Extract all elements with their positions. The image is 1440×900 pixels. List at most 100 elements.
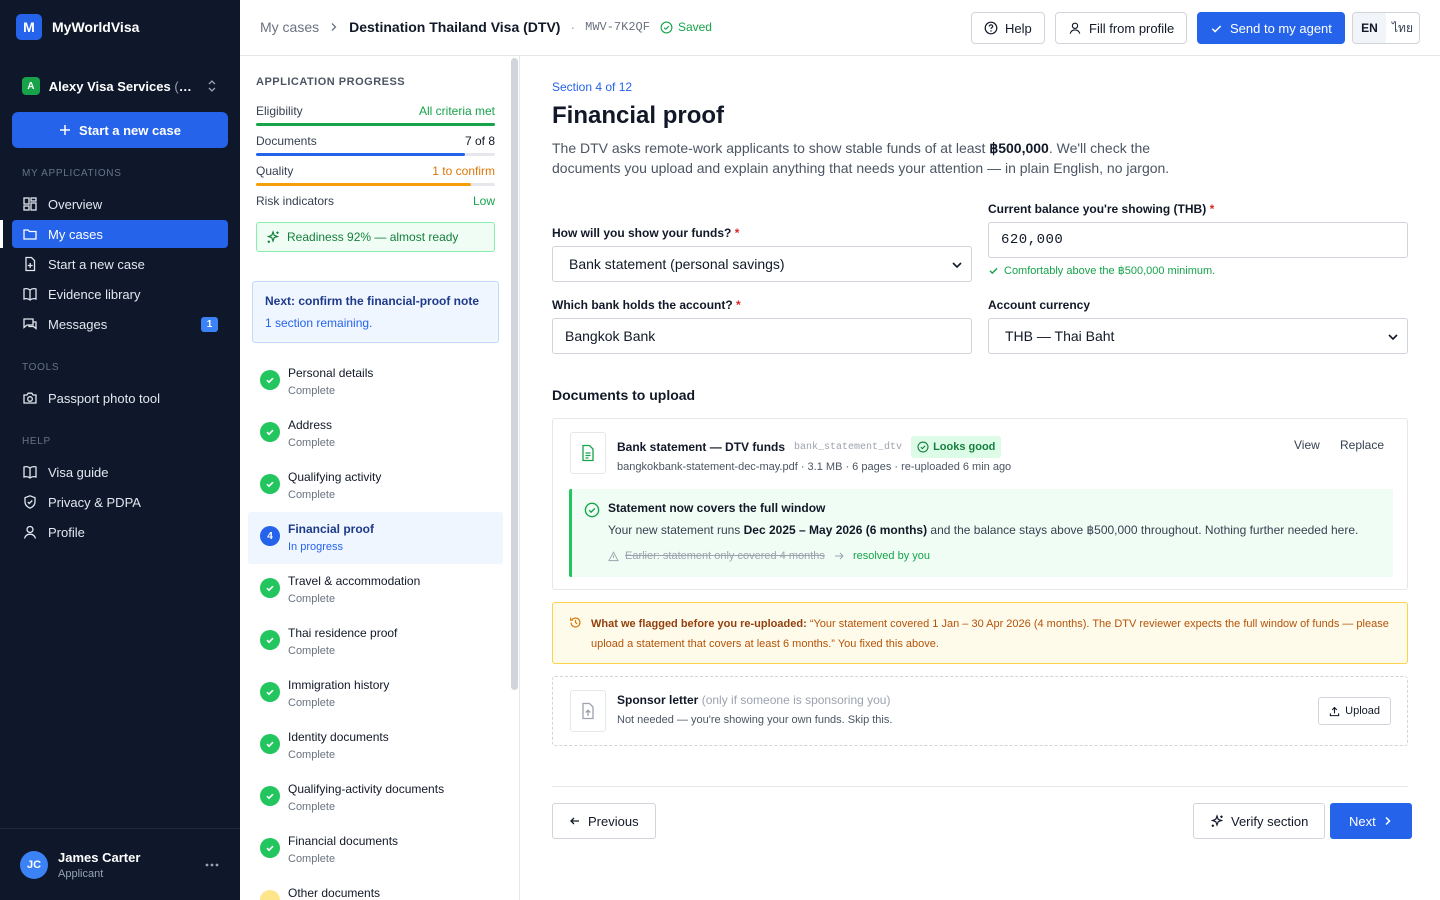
send-to-agent-button[interactable]: Send to my agent xyxy=(1197,12,1345,44)
step-status: Complete xyxy=(288,437,336,449)
breadcrumb-my-cases[interactable]: My cases xyxy=(260,19,319,35)
message-icon xyxy=(23,318,37,330)
progress-fill xyxy=(256,183,472,186)
bank-statement-card: Bank statement — DTV funds bank_statemen… xyxy=(552,418,1408,590)
nav-start-new-case[interactable]: Start a new case xyxy=(12,250,228,278)
nav-evidence-library[interactable]: Evidence library xyxy=(12,280,228,308)
agency-name: Alexy Visa Services (your agency) xyxy=(48,78,197,94)
file-plus-icon xyxy=(25,256,36,272)
case-code: MWV-7K2QF xyxy=(585,20,650,34)
step-status: Complete xyxy=(288,749,336,761)
nav-messages[interactable]: Messages 1 xyxy=(12,310,228,338)
book-open-icon xyxy=(23,466,37,479)
check-icon xyxy=(260,734,280,754)
nav-profile[interactable]: Profile xyxy=(12,518,228,546)
help-button[interactable]: Help xyxy=(971,12,1045,44)
section-step[interactable]: Travel & accommodation Complete xyxy=(248,564,503,616)
lang-en[interactable]: EN xyxy=(1353,13,1386,43)
nav-label: My cases xyxy=(48,226,103,242)
agency-avatar: A xyxy=(22,77,40,95)
doc-name: Sponsor letter (only if someone is spons… xyxy=(617,693,891,707)
progress-fill xyxy=(256,153,466,156)
currency-select[interactable]: THB — Thai Baht xyxy=(988,318,1408,354)
section-step[interactable]: Qualifying activity Complete xyxy=(248,460,503,512)
nav-visa-guide[interactable]: Visa guide xyxy=(12,458,228,486)
sponsor-letter-card: Sponsor letter (only if someone is spons… xyxy=(552,676,1408,746)
user-icon xyxy=(23,525,37,539)
lang-th[interactable]: ไทย xyxy=(1386,13,1419,43)
agency-switcher[interactable]: A Alexy Visa Services (your agency) xyxy=(12,70,228,102)
nav-label: Privacy & PDPA xyxy=(48,494,141,510)
replace-link[interactable]: Replace xyxy=(1340,438,1384,452)
progress-label: Eligibility xyxy=(256,104,303,118)
progress-bar xyxy=(256,183,495,186)
step-name: Financial proof xyxy=(288,522,375,536)
section-step[interactable]: Identity documents Complete xyxy=(248,720,503,772)
separator-dot: · xyxy=(570,19,576,35)
view-link[interactable]: View xyxy=(1294,438,1320,452)
nav-overview[interactable]: Overview xyxy=(12,190,228,218)
nav-passport-photo-tool[interactable]: Passport photo tool xyxy=(12,384,228,412)
previous-label: Previous xyxy=(588,813,639,829)
history-icon xyxy=(570,617,581,628)
upload-button[interactable]: Upload xyxy=(1318,697,1391,725)
section-step[interactable]: Personal details Complete xyxy=(248,356,503,408)
section-step[interactable]: Thai residence proof Complete xyxy=(248,616,503,668)
currency-value: THB — Thai Baht xyxy=(1005,328,1115,344)
verify-section-button[interactable]: Verify section xyxy=(1193,803,1326,839)
help-circle-icon xyxy=(984,21,998,35)
camera-icon xyxy=(23,392,37,404)
step-status: Complete xyxy=(288,697,336,709)
progress-row-documents: Documents 7 of 8 xyxy=(256,134,495,156)
earlier-issue: Earlier: statement only covered 4 months xyxy=(625,550,825,562)
resolved-title: Statement now covers the full window xyxy=(608,501,826,515)
next-step-card[interactable]: Next: confirm the financial-proof note 1… xyxy=(252,281,499,343)
progress-label: Quality xyxy=(256,164,294,178)
readiness-label: Readiness 92% — almost ready xyxy=(287,230,459,244)
next-button[interactable]: Next xyxy=(1330,803,1412,839)
section-label-tools: Tools xyxy=(22,362,60,373)
doc-meta: bangkokbank-statement-dec-may.pdf · 3.1 … xyxy=(617,461,1012,473)
balance-input[interactable]: 620,000 xyxy=(988,222,1408,258)
nav-privacy-pdpa[interactable]: Privacy & PDPA xyxy=(12,488,228,516)
user-card[interactable]: JC James Carter Applicant xyxy=(0,828,240,900)
scrollbar[interactable] xyxy=(511,58,518,690)
section-step[interactable]: 4 Financial proof In progress xyxy=(248,512,503,564)
verify-section-label: Verify section xyxy=(1231,813,1309,829)
more-horizontal-icon[interactable] xyxy=(204,857,220,873)
section-step[interactable]: Immigration history Complete xyxy=(248,668,503,720)
step-status: Complete xyxy=(288,645,336,657)
resolved-by: resolved by you xyxy=(852,550,930,562)
step-status: Complete xyxy=(288,801,336,813)
documents-heading: Documents to upload xyxy=(552,387,696,403)
balance-hint-text: Comfortably above the ฿500,000 minimum. xyxy=(1004,265,1216,277)
arrow-left-icon xyxy=(570,817,579,825)
progress-value: Low xyxy=(472,194,495,208)
nav-label: Passport photo tool xyxy=(48,390,161,406)
nav-label: Visa guide xyxy=(48,464,109,480)
balance-hint: Comfortably above the ฿500,000 minimum. xyxy=(988,264,1215,277)
bank-input[interactable]: Bangkok Bank xyxy=(552,318,972,354)
breadcrumb-current: Destination Thailand Visa (DTV) xyxy=(349,19,561,35)
section-step[interactable]: Other documents xyxy=(248,876,503,900)
step-name: Address xyxy=(288,418,333,432)
section-step[interactable]: Qualifying-activity documents Complete xyxy=(248,772,503,824)
step-status: In progress xyxy=(288,541,344,553)
progress-row-eligibility: Eligibility All criteria met xyxy=(256,104,495,126)
nav-my-cases[interactable]: My cases xyxy=(12,220,228,248)
doc-name: Bank statement — DTV funds xyxy=(617,440,786,454)
section-step[interactable]: Address Complete xyxy=(248,408,503,460)
active-indicator xyxy=(0,220,3,248)
start-new-case-button[interactable]: Start a new case xyxy=(12,112,228,148)
sparkle-icon xyxy=(1210,814,1224,827)
document-icon xyxy=(570,432,606,474)
fill-from-profile-button[interactable]: Fill from profile xyxy=(1055,12,1188,44)
funds-method-select[interactable]: Bank statement (personal savings) xyxy=(552,246,972,282)
funds-method-label: How will you show your funds? * xyxy=(552,226,740,240)
brand[interactable]: M MyWorldVisa xyxy=(16,14,139,40)
doc-meta: Not needed — you're showing your own fun… xyxy=(617,714,893,726)
previous-button[interactable]: Previous xyxy=(552,803,656,839)
chevron-right-icon xyxy=(1385,816,1391,826)
section-step[interactable]: Financial documents Complete xyxy=(248,824,503,876)
resolved-notice: Statement now covers the full window You… xyxy=(569,489,1393,577)
